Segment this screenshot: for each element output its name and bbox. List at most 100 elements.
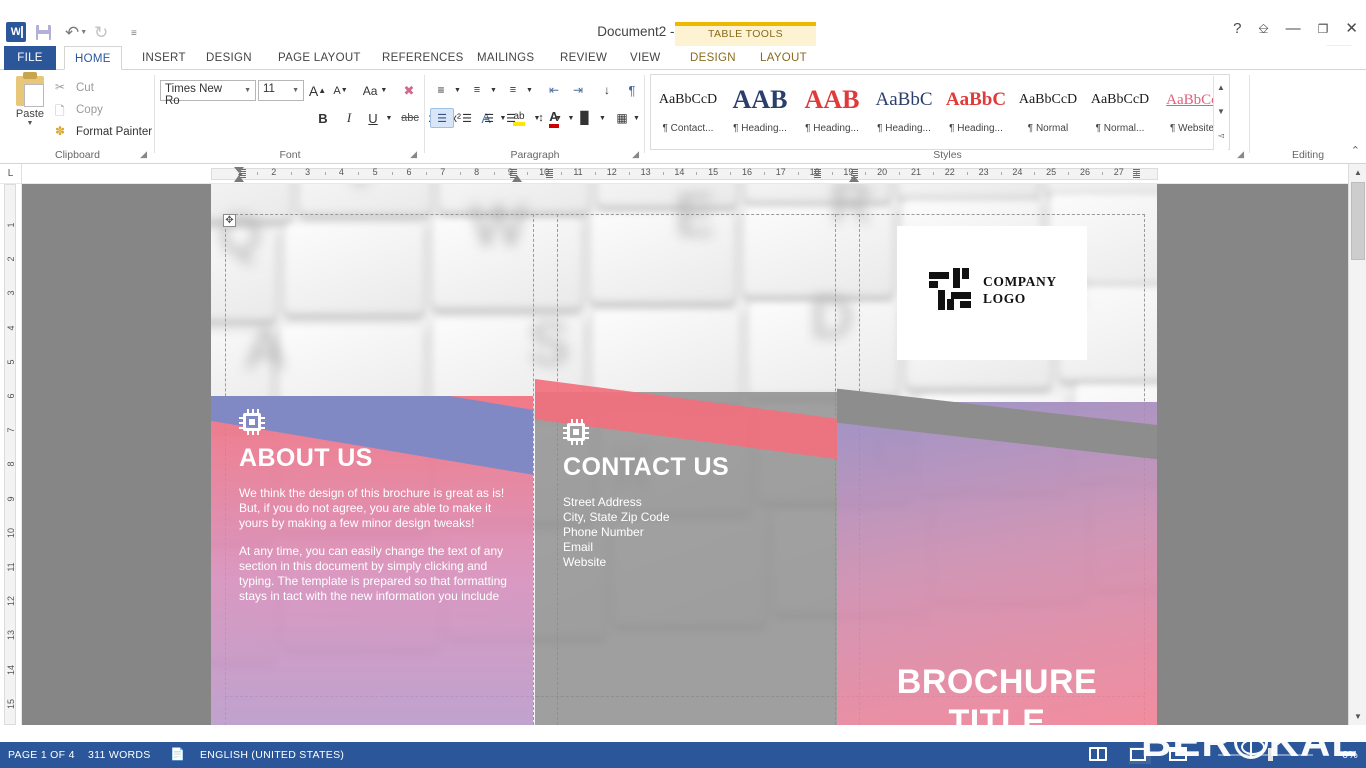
ribbon-display-options-icon[interactable]: ⎒ — [1258, 21, 1268, 37]
paste-dropdown-icon[interactable]: ▼ — [8, 120, 52, 127]
format-painter-button[interactable]: ✽ Format Painter — [55, 124, 152, 139]
styles-scroll-down-icon[interactable]: ▼ — [1214, 100, 1228, 124]
document-canvas[interactable]: Q ⇩ W E R S D F A X C — [22, 184, 1348, 725]
tab-table-layout[interactable]: LAYOUT — [750, 46, 817, 70]
align-right-icon[interactable]: ☰ — [477, 108, 501, 128]
justify-icon[interactable]: ☰ — [499, 108, 523, 128]
italic-button[interactable]: I — [339, 108, 359, 128]
tab-table-design[interactable]: DESIGN — [680, 46, 746, 70]
word-count[interactable]: 311 WORDS — [88, 749, 151, 761]
language-indicator[interactable]: ENGLISH (UNITED STATES) — [200, 749, 344, 761]
align-left-icon[interactable]: ☰ — [430, 108, 454, 128]
ruler-tab-stop[interactable] — [546, 169, 553, 178]
style-item-contact[interactable]: AaBbCcD ¶ Contact... — [652, 76, 724, 148]
strikethrough-button[interactable]: abc — [397, 108, 423, 128]
tab-file[interactable]: FILE — [4, 46, 56, 70]
style-item-heading-2[interactable]: AAB ¶ Heading... — [796, 76, 868, 148]
close-button[interactable]: ✕ — [1345, 21, 1358, 37]
tab-page-layout[interactable]: PAGE LAYOUT — [268, 46, 371, 70]
numbering-icon[interactable]: ≡ — [466, 80, 488, 100]
shading-dropdown-icon[interactable]: ▼ — [597, 108, 608, 128]
borders-icon[interactable]: ▦ — [611, 108, 633, 128]
company-logo-card[interactable]: COMPANY LOGO — [897, 226, 1087, 360]
font-dialog-launcher[interactable]: ◢ — [410, 149, 417, 160]
print-layout-icon[interactable] — [1129, 747, 1151, 764]
vertical-ruler[interactable]: 123456789101112131415 — [0, 184, 22, 725]
tab-references[interactable]: REFERENCES — [372, 46, 474, 70]
bold-button[interactable]: B — [313, 108, 333, 128]
tab-design[interactable]: DESIGN — [196, 46, 262, 70]
tab-view[interactable]: VIEW — [620, 46, 671, 70]
style-item-heading-4[interactable]: AaBbC ¶ Heading... — [940, 76, 1012, 148]
panel-about-us[interactable]: ABOUT US We think the design of this bro… — [211, 396, 533, 725]
scroll-down-icon[interactable]: ▼ — [1349, 708, 1366, 725]
decrease-indent-icon[interactable]: ⇤ — [542, 80, 566, 100]
sort-icon[interactable]: ↓ — [595, 80, 619, 100]
line-spacing-icon[interactable]: ↕ — [529, 108, 553, 128]
panel-cover[interactable]: BROCHURE TITLE Subtitle — [837, 374, 1157, 725]
line-spacing-dropdown-icon[interactable]: ▼ — [553, 108, 564, 128]
show-formatting-marks-icon[interactable]: ¶ — [621, 80, 643, 100]
cut-button[interactable]: ✂ Cut — [55, 80, 94, 95]
font-name-input[interactable]: Times New Ro ▼ — [160, 80, 256, 101]
font-size-input[interactable]: 11 ▼ — [258, 80, 304, 101]
style-item-normal-alt[interactable]: AaBbCcD ¶ Normal... — [1084, 76, 1156, 148]
zoom-slider-handle[interactable] — [1268, 748, 1273, 761]
page-indicator[interactable]: PAGE 1 OF 4 — [8, 749, 75, 761]
bullets-dropdown-icon[interactable]: ▼ — [452, 80, 463, 100]
left-indent-marker[interactable] — [512, 175, 522, 182]
collapse-ribbon-icon[interactable]: ⌃ — [1351, 144, 1360, 157]
vertical-scrollbar[interactable]: ▲ ▼ — [1348, 164, 1366, 725]
styles-dialog-launcher[interactable]: ◢ — [1237, 149, 1244, 160]
vertical-ruler-number: 9 — [6, 496, 16, 501]
multilevel-dropdown-icon[interactable]: ▼ — [524, 80, 535, 100]
tab-mailings[interactable]: MAILINGS — [467, 46, 544, 70]
styles-scroll-up-icon[interactable]: ▲ — [1214, 76, 1228, 100]
zoom-level[interactable]: 0% — [1342, 749, 1358, 761]
underline-dropdown-icon[interactable]: ▼ — [383, 108, 395, 128]
style-item-heading-3[interactable]: AaBbC ¶ Heading... — [868, 76, 940, 148]
scrollbar-thumb[interactable] — [1351, 182, 1365, 260]
tab-review[interactable]: REVIEW — [550, 46, 617, 70]
table-move-handle[interactable]: ✥ — [223, 214, 236, 227]
first-line-indent-marker[interactable] — [234, 167, 244, 173]
paragraph-dialog-launcher[interactable]: ◢ — [632, 149, 639, 160]
style-item-normal[interactable]: AaBbCcD ¶ Normal — [1012, 76, 1084, 148]
shading-icon[interactable]: ▉ — [573, 108, 597, 128]
minimize-button[interactable]: — — [1286, 21, 1301, 37]
borders-dropdown-icon[interactable]: ▼ — [631, 108, 642, 128]
style-item-heading-1[interactable]: AAB ¶ Heading... — [724, 76, 796, 148]
help-button[interactable]: ? — [1233, 21, 1241, 37]
restore-button[interactable]: ❐ — [1318, 21, 1329, 37]
styles-scrollbar[interactable]: ▲ ▼ ◅ — [1213, 76, 1228, 150]
ruler-tab-stop[interactable] — [814, 169, 821, 178]
right-indent-marker[interactable] — [849, 175, 859, 182]
clear-formatting-icon[interactable]: ✖ — [398, 80, 420, 101]
panel-contact-us[interactable]: CONTACT US Street Address City, State Zi… — [535, 374, 837, 725]
grow-font-button[interactable]: A▲ — [307, 80, 328, 101]
zoom-slider[interactable] — [1218, 754, 1313, 756]
multilevel-list-icon[interactable]: ≡ — [502, 80, 524, 100]
hanging-indent-marker[interactable] — [234, 175, 244, 182]
change-case-button[interactable]: Aa ▼ — [358, 80, 392, 101]
scroll-up-icon[interactable]: ▲ — [1349, 164, 1366, 181]
tab-home[interactable]: HOME — [64, 46, 122, 70]
logo-text-line2: LOGO — [983, 290, 1057, 307]
paste-button[interactable]: Paste ▼ — [8, 76, 52, 127]
bullets-icon[interactable]: ≡ — [430, 80, 452, 100]
numbering-dropdown-icon[interactable]: ▼ — [488, 80, 499, 100]
clipboard-dialog-launcher[interactable]: ◢ — [140, 149, 147, 160]
proofing-errors-icon[interactable]: 📄 — [170, 747, 185, 761]
document-page[interactable]: Q ⇩ W E R S D F A X C — [211, 184, 1157, 725]
styles-more-icon[interactable]: ◅ — [1214, 124, 1228, 148]
web-layout-icon[interactable] — [1169, 747, 1191, 764]
copy-button[interactable]: 🗋 Copy — [55, 102, 103, 117]
align-center-icon[interactable]: ☰ — [455, 108, 479, 128]
shrink-font-button[interactable]: A▼ — [330, 80, 351, 101]
read-mode-icon[interactable] — [1089, 747, 1111, 764]
style-preview: AAB — [725, 77, 795, 123]
increase-indent-icon[interactable]: ⇥ — [566, 80, 590, 100]
underline-button[interactable]: U — [363, 108, 383, 128]
tab-insert[interactable]: INSERT — [132, 46, 196, 70]
ruler-tab-stop[interactable] — [1133, 169, 1140, 178]
